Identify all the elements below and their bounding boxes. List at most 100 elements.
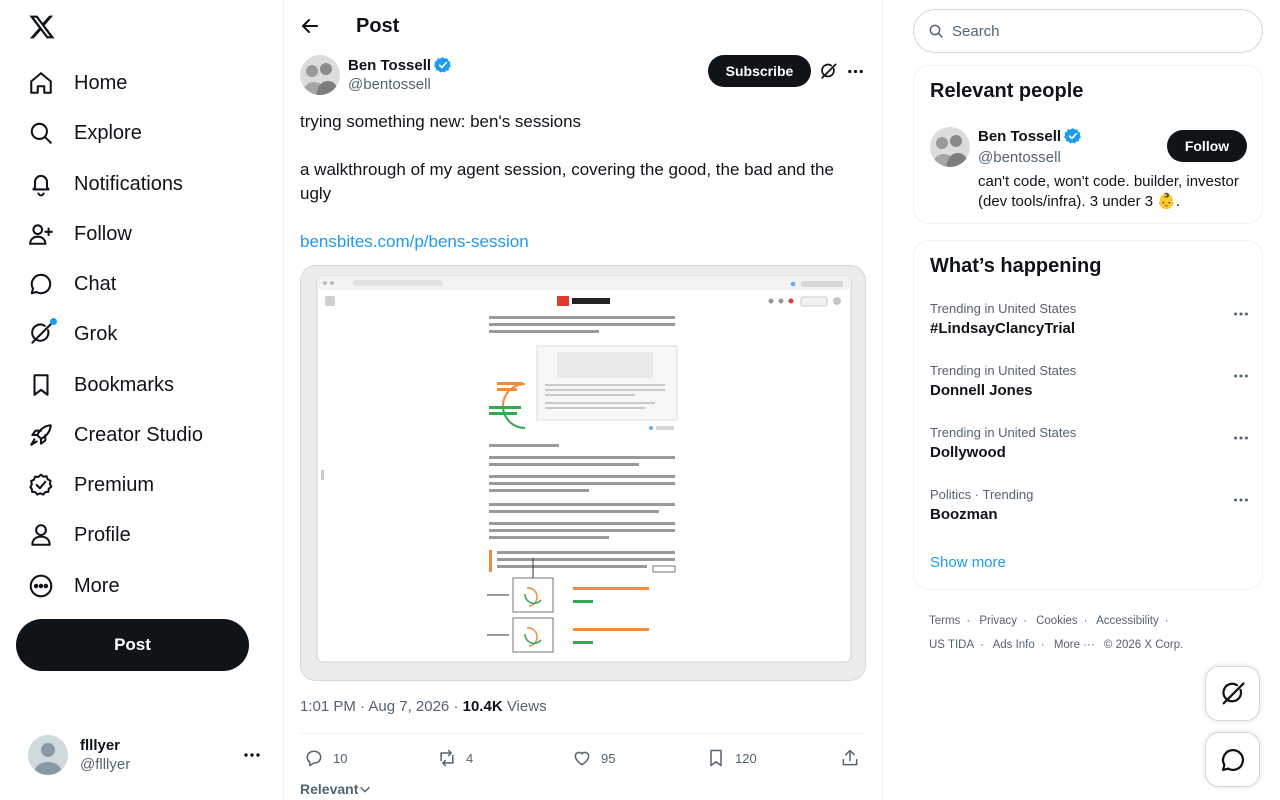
nav-home[interactable]: Home <box>28 63 127 103</box>
repost-button[interactable]: 4 <box>437 748 473 768</box>
nav-bookmarks-label: Bookmarks <box>74 373 175 396</box>
whats-happening-card: What’s happening Trending in United Stat… <box>913 240 1263 590</box>
trend-context: Politics · Trending <box>930 487 1034 502</box>
nav-follow[interactable]: Follow <box>28 214 132 254</box>
nav-bookmarks[interactable]: Bookmarks <box>28 365 174 405</box>
bell-icon <box>28 171 54 197</box>
more-circle-icon <box>28 573 54 599</box>
verified-badge-icon <box>434 56 452 74</box>
nav-chat-label: Chat <box>74 272 117 295</box>
like-count: 95 <box>601 750 616 766</box>
subscribe-button[interactable]: Subscribe <box>708 55 811 87</box>
left-sidebar: Home Explore Notifications Follow Chat G… <box>0 0 284 800</box>
author-handle[interactable]: @bentossell <box>348 76 431 93</box>
nav-explore-label: Explore <box>74 121 142 144</box>
trend-name: Dollywood <box>930 444 1006 461</box>
footer-link[interactable]: Terms <box>929 615 960 627</box>
follow-button[interactable]: Follow <box>1167 130 1247 162</box>
card-title: Relevant people <box>930 80 1084 102</box>
footer-link[interactable]: Ads Info <box>993 639 1035 651</box>
search-input[interactable] <box>952 22 1242 40</box>
nav-premium-label: Premium <box>74 473 155 496</box>
search-icon <box>929 24 943 38</box>
chevron-down-icon <box>360 786 371 793</box>
verified-badge-icon <box>28 472 54 498</box>
rocket-icon <box>28 422 54 448</box>
more-dots-icon[interactable] <box>242 745 262 765</box>
footer-link[interactable]: More ··· <box>1054 639 1095 651</box>
post-text: trying something new: ben's sessions a w… <box>300 110 866 254</box>
nav-notifications[interactable]: Notifications <box>28 164 183 204</box>
nav-profile-label: Profile <box>74 523 131 546</box>
back-arrow-icon[interactable] <box>300 16 320 36</box>
repost-count: 4 <box>466 750 474 766</box>
nav-profile[interactable]: Profile <box>28 515 131 555</box>
nav-more[interactable]: More <box>28 566 120 606</box>
more-dots-icon[interactable] <box>1232 491 1250 509</box>
nav-grok[interactable]: Grok <box>28 314 117 354</box>
reply-sort-dropdown[interactable]: Relevant <box>300 781 372 797</box>
chat-icon <box>28 271 54 297</box>
grok-icon <box>1221 681 1245 704</box>
footer-link[interactable]: Privacy <box>979 615 1017 627</box>
post-media-image[interactable] <box>300 265 866 681</box>
author-name[interactable]: Ben Tossell <box>348 56 452 74</box>
nav-grok-label: Grok <box>74 322 118 345</box>
post-text-line: trying something new: ben's sessions <box>300 112 582 131</box>
copyright: © 2026 X Corp. <box>1103 639 1184 651</box>
show-more-link[interactable]: Show more <box>930 554 1006 571</box>
search-icon <box>28 120 54 146</box>
unread-dot <box>50 318 57 325</box>
repost-icon <box>440 749 454 767</box>
grok-icon[interactable] <box>819 62 838 81</box>
person-name[interactable]: Ben Tossell <box>978 127 1082 145</box>
account-switcher[interactable]: flllyer @flllyer <box>28 735 268 775</box>
view-count: 10.4K <box>462 698 503 715</box>
trend-name: Donnell Jones <box>930 382 1033 399</box>
author-name-text: Ben Tossell <box>348 56 432 74</box>
footer-link[interactable]: Cookies <box>1036 615 1078 627</box>
reply-icon <box>306 750 322 767</box>
nav-notifications-label: Notifications <box>74 172 183 195</box>
post-detail-column: Post Ben Tossell @bentossell Subscribe t… <box>284 0 883 800</box>
trend-item[interactable]: Politics · Trending Boozman <box>930 487 1250 537</box>
x-logo-icon[interactable] <box>28 13 56 41</box>
relevant-people-card: Relevant people Ben Tossell @bentossell … <box>913 65 1263 224</box>
messages-floating-button[interactable] <box>1205 732 1260 787</box>
nav-creator-studio-label: Creator Studio <box>74 423 203 446</box>
nav-premium[interactable]: Premium <box>28 465 154 505</box>
person-bio: can't code, won't code. builder, investo… <box>978 173 1239 210</box>
card-title: What’s happening <box>930 255 1102 277</box>
bookmark-button[interactable]: 120 <box>706 748 757 768</box>
footer-links: Terms · Privacy · Cookies · Accessibility · … <box>929 615 1184 651</box>
more-dots-icon[interactable] <box>1232 305 1250 323</box>
person-handle[interactable]: @bentossell <box>978 149 1061 166</box>
more-dots-icon[interactable] <box>1232 429 1250 447</box>
nav-chat[interactable]: Chat <box>28 264 116 304</box>
post-timestamp[interactable]: 1:01 PM · Aug 7, 2026 <box>300 698 449 715</box>
bookmark-icon <box>710 749 722 767</box>
trend-item[interactable]: Trending in United States Dollywood <box>930 425 1250 475</box>
share-button[interactable] <box>840 748 869 768</box>
trend-item[interactable]: Trending in United States #LindsayClancy… <box>930 301 1250 351</box>
bookmark-count: 120 <box>735 750 757 766</box>
post-link[interactable]: bensbites.com/p/bens-session <box>300 232 529 251</box>
nav-explore[interactable]: Explore <box>28 113 142 153</box>
person-add-icon <box>28 221 54 247</box>
grok-floating-button[interactable] <box>1205 666 1260 721</box>
person-icon <box>28 522 54 548</box>
like-button[interactable]: 95 <box>572 748 615 768</box>
footer-link[interactable]: Accessibility <box>1096 615 1159 627</box>
author-avatar[interactable] <box>300 55 340 95</box>
trend-item[interactable]: Trending in United States Donnell Jones <box>930 363 1250 413</box>
nav-creator-studio[interactable]: Creator Studio <box>28 415 203 455</box>
trend-context: Trending in United States <box>930 425 1077 440</box>
post-button[interactable]: Post <box>16 619 249 671</box>
person-avatar[interactable] <box>930 127 970 167</box>
heart-icon <box>574 751 590 766</box>
more-dots-icon[interactable] <box>846 62 865 81</box>
reply-button[interactable]: 10 <box>304 748 347 768</box>
more-dots-icon[interactable] <box>1232 367 1250 385</box>
search-box[interactable] <box>913 9 1263 53</box>
footer-link[interactable]: US TIDA <box>929 639 974 651</box>
